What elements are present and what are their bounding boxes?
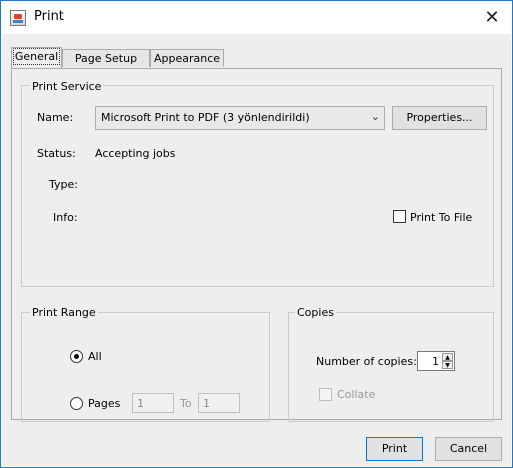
status-label: Status: (37, 147, 76, 160)
cancel-button[interactable]: Cancel (435, 437, 502, 461)
copies-spinner[interactable]: 1 ▲ ▼ (417, 351, 455, 371)
tab-general-label: General (12, 48, 61, 65)
general-tab-panel: Print Service Name: Microsoft Print to P… (11, 68, 502, 422)
print-dialog: Print ✕ General Page Setup Appearance Pr… (0, 0, 513, 468)
print-button[interactable]: Print (366, 437, 423, 461)
pages-radio[interactable] (70, 397, 83, 410)
status-value: Accepting jobs (95, 147, 176, 160)
title-bar[interactable]: Print ✕ (1, 1, 512, 34)
copies-spinner-value: 1 (432, 355, 439, 368)
window-title: Print (34, 9, 64, 24)
spinner-down-icon[interactable]: ▼ (442, 361, 453, 369)
all-label[interactable]: All (88, 350, 102, 363)
tab-page-setup[interactable]: Page Setup (62, 49, 150, 67)
type-label: Type: (49, 178, 78, 191)
close-icon[interactable]: ✕ (472, 1, 512, 34)
pages-label[interactable]: Pages (88, 397, 120, 410)
tab-appearance[interactable]: Appearance (150, 49, 224, 67)
pages-from-input[interactable]: 1 (132, 393, 174, 413)
printer-select-value: Microsoft Print to PDF (3 yönlendirildi) (101, 111, 310, 124)
tab-appearance-label: Appearance (153, 52, 221, 65)
pages-to-label: To (180, 397, 192, 410)
collate-checkbox[interactable] (319, 388, 332, 401)
number-of-copies-label: Number of copies: (316, 355, 417, 368)
print-range-title: Print Range (30, 306, 98, 319)
collate-label[interactable]: Collate (337, 388, 375, 401)
all-radio[interactable] (70, 350, 83, 363)
print-to-file-label[interactable]: Print To File (410, 211, 472, 224)
print-service-title: Print Service (30, 80, 104, 93)
name-label: Name: (37, 111, 74, 124)
chevron-down-icon: ⌄ (370, 110, 380, 123)
tab-page-setup-label: Page Setup (74, 52, 138, 65)
dialog-body: General Page Setup Appearance Print Serv… (2, 34, 511, 466)
properties-button[interactable]: Properties... (392, 106, 487, 130)
printer-select[interactable]: Microsoft Print to PDF (3 yönlendirildi)… (95, 106, 385, 130)
java-print-icon (10, 10, 26, 26)
print-to-file-checkbox[interactable] (393, 210, 406, 223)
copies-title: Copies (295, 306, 336, 319)
pages-to-input[interactable]: 1 (198, 393, 240, 413)
spinner-up-icon[interactable]: ▲ (442, 353, 453, 361)
info-label: Info: (53, 211, 78, 224)
tab-general[interactable]: General (11, 47, 62, 68)
